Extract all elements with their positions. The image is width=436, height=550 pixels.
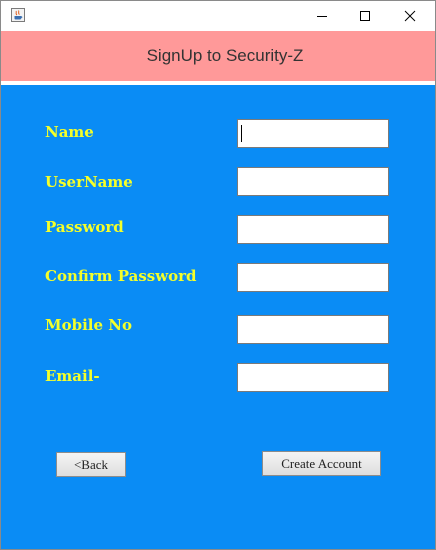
minimize-button[interactable]: [299, 1, 345, 31]
maximize-icon: [360, 11, 370, 21]
close-button[interactable]: [387, 1, 433, 31]
username-field[interactable]: [237, 167, 389, 196]
java-app-icon: [11, 8, 25, 22]
confirm-password-field[interactable]: [237, 263, 389, 292]
close-icon: [404, 10, 416, 22]
page-title: SignUp to Security-Z: [146, 46, 304, 65]
text-caret: [241, 125, 242, 142]
email-label: Email-: [45, 367, 100, 385]
password-field[interactable]: [237, 215, 389, 244]
mobile-no-field[interactable]: [237, 315, 389, 344]
minimize-icon: [317, 16, 327, 17]
back-button[interactable]: <Back: [56, 452, 126, 477]
name-field[interactable]: [237, 119, 389, 148]
username-label: UserName: [45, 173, 133, 191]
create-account-button[interactable]: Create Account: [262, 451, 381, 476]
name-label: Name: [45, 123, 94, 141]
signup-window: SignUp to Security-Z Name UserName Passw…: [0, 0, 436, 550]
password-label: Password: [45, 218, 124, 236]
maximize-button[interactable]: [342, 1, 388, 31]
mobile-no-label: Mobile No: [45, 316, 132, 334]
confirm-password-label: Confirm Password: [45, 267, 197, 285]
title-bar[interactable]: [1, 1, 435, 31]
email-field[interactable]: [237, 363, 389, 392]
